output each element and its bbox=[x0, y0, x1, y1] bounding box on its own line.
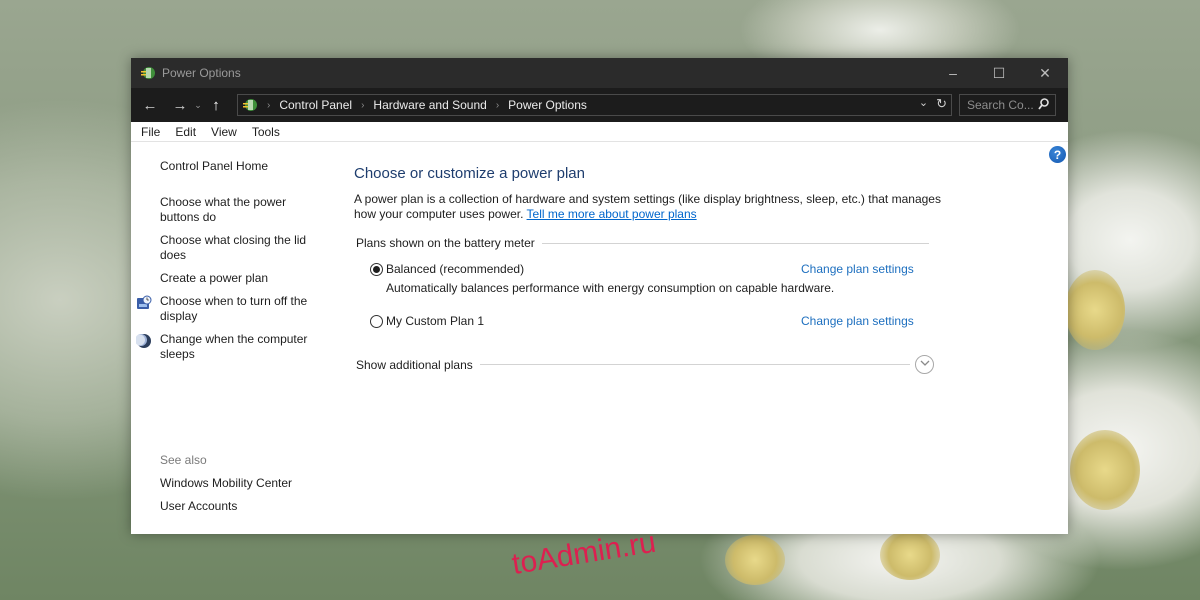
see-also-mobility-center[interactable]: Windows Mobility Center bbox=[160, 476, 320, 491]
breadcrumb-power-options[interactable]: Power Options bbox=[508, 98, 587, 112]
close-icon: ✕ bbox=[1039, 64, 1051, 81]
address-bar-row: ← → ⌄ ↑ › Control Panel › Hardware and S… bbox=[131, 88, 1068, 122]
forward-arrow-icon: → bbox=[172, 96, 188, 114]
page-title: Choose or customize a power plan bbox=[354, 165, 585, 182]
breadcrumb-control-panel[interactable]: Control Panel bbox=[279, 98, 352, 112]
plan-balanced-radio[interactable] bbox=[370, 263, 383, 276]
background-flower bbox=[1065, 270, 1125, 350]
show-additional-plans-label[interactable]: Show additional plans bbox=[356, 358, 473, 372]
maximize-icon: ☐ bbox=[992, 64, 1006, 81]
sidebar-item-label: Change when the computer sleeps bbox=[160, 332, 308, 361]
address-input[interactable]: › Control Panel › Hardware and Sound › P… bbox=[237, 94, 952, 116]
menu-edit[interactable]: Edit bbox=[175, 125, 196, 139]
expand-additional-plans-button[interactable] bbox=[915, 355, 934, 374]
refresh-icon[interactable]: ↻ bbox=[936, 96, 947, 112]
page-description: A power plan is a collection of hardware… bbox=[354, 192, 944, 222]
see-also-user-accounts[interactable]: User Accounts bbox=[160, 499, 320, 514]
search-placeholder: Search Co... bbox=[967, 98, 1034, 112]
battery-meter-group-label: Plans shown on the battery meter bbox=[356, 236, 535, 250]
help-icon: ? bbox=[1053, 147, 1062, 162]
plan-balanced-change-settings-link[interactable]: Change plan settings bbox=[801, 262, 914, 276]
plan-balanced-name[interactable]: Balanced (recommended) bbox=[386, 262, 524, 276]
background-flower bbox=[880, 530, 940, 580]
breadcrumb-separator: › bbox=[267, 99, 271, 111]
sidebar-item-closing-lid[interactable]: Choose what closing the lid does bbox=[160, 233, 310, 263]
up-button[interactable]: ↑ bbox=[205, 97, 227, 114]
chevron-down-icon: ⌄ bbox=[194, 99, 202, 110]
back-arrow-icon: ← bbox=[142, 96, 158, 114]
sidebar-control-panel-home[interactable]: Control Panel Home bbox=[160, 159, 320, 174]
power-options-icon bbox=[140, 65, 156, 81]
sidebar-item-create-plan[interactable]: Create a power plan bbox=[160, 271, 320, 286]
address-dropdown-icon[interactable]: ⌄ bbox=[919, 96, 928, 112]
up-arrow-icon: ↑ bbox=[212, 96, 220, 114]
sidebar-item-turn-off-display[interactable]: Choose when to turn off the display bbox=[137, 294, 315, 324]
control-panel-icon bbox=[242, 97, 258, 113]
see-also-label: See also bbox=[160, 453, 207, 467]
minimize-icon: – bbox=[949, 65, 957, 81]
display-clock-icon bbox=[136, 295, 152, 311]
breadcrumb-separator[interactable]: › bbox=[496, 100, 499, 111]
background-flower bbox=[1070, 430, 1140, 510]
chevron-down-icon bbox=[920, 359, 930, 370]
watermark-text: toAdmin.ru bbox=[509, 525, 659, 582]
search-icon bbox=[1038, 98, 1049, 113]
sidebar-item-power-buttons[interactable]: Choose what the power buttons do bbox=[160, 195, 300, 225]
window-title: Power Options bbox=[162, 66, 241, 80]
menu-tools[interactable]: Tools bbox=[252, 125, 280, 139]
background-flower bbox=[725, 535, 785, 585]
back-button[interactable]: ← bbox=[139, 97, 161, 114]
search-input[interactable]: Search Co... bbox=[959, 94, 1056, 116]
sidebar-item-computer-sleeps[interactable]: Change when the computer sleeps bbox=[134, 332, 315, 362]
title-bar: Power Options – ☐ ✕ bbox=[131, 58, 1068, 88]
breadcrumb-hardware-and-sound[interactable]: Hardware and Sound bbox=[373, 98, 486, 112]
close-button[interactable]: ✕ bbox=[1022, 58, 1068, 88]
plan-custom-name[interactable]: My Custom Plan 1 bbox=[386, 314, 484, 328]
learn-more-link[interactable]: Tell me more about power plans bbox=[527, 207, 697, 221]
sidebar-item-label: Choose when to turn off the display bbox=[160, 294, 308, 323]
additional-plans-divider bbox=[480, 364, 910, 365]
group-divider bbox=[542, 243, 929, 244]
help-button[interactable]: ? bbox=[1049, 146, 1066, 163]
menu-bar: File Edit View Tools bbox=[131, 122, 1068, 142]
moon-sleep-icon bbox=[134, 333, 152, 349]
plan-balanced-description: Automatically balances performance with … bbox=[386, 281, 835, 295]
power-options-window: Power Options – ☐ ✕ ← → ⌄ ↑ › Control Pa… bbox=[131, 58, 1068, 534]
breadcrumb-separator[interactable]: › bbox=[361, 100, 364, 111]
forward-button[interactable]: → bbox=[169, 97, 191, 114]
plan-custom-change-settings-link[interactable]: Change plan settings bbox=[801, 314, 914, 328]
plan-custom-radio[interactable] bbox=[370, 315, 383, 328]
maximize-button[interactable]: ☐ bbox=[976, 58, 1022, 88]
minimize-button[interactable]: – bbox=[930, 58, 976, 88]
menu-view[interactable]: View bbox=[211, 125, 237, 139]
menu-file[interactable]: File bbox=[141, 125, 160, 139]
recent-locations-button[interactable]: ⌄ bbox=[191, 100, 205, 111]
